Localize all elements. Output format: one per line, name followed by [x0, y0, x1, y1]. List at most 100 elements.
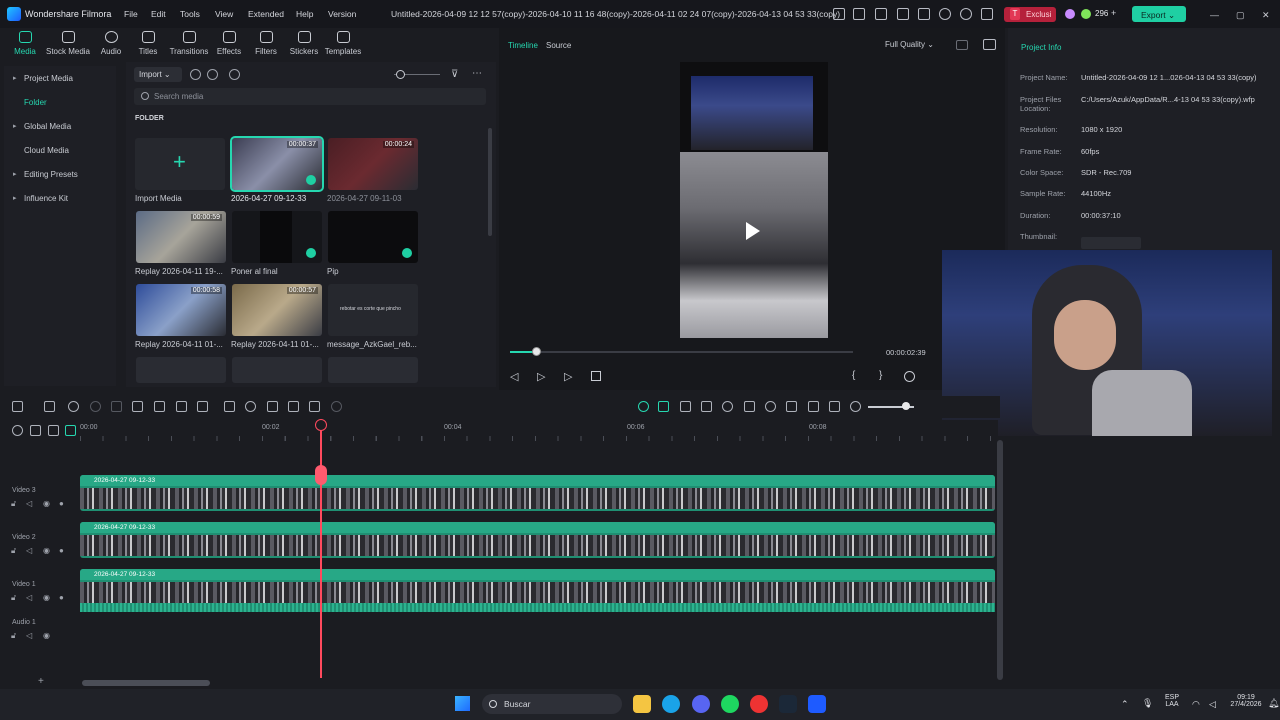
undo-icon[interactable]	[68, 401, 79, 412]
media-item-7[interactable]: 00:00:57	[232, 284, 322, 336]
link-icon[interactable]	[30, 425, 41, 436]
mixer-icon[interactable]	[786, 401, 797, 412]
file-explorer-icon[interactable]	[633, 695, 651, 713]
mute-icon[interactable]: ◁	[26, 546, 32, 555]
playhead-line[interactable]	[320, 426, 322, 678]
obs-icon[interactable]	[750, 695, 768, 713]
ai-assistant-icon[interactable]	[638, 401, 649, 412]
mute-icon[interactable]: ◁	[26, 631, 32, 640]
menu-extended[interactable]: Extended	[248, 9, 284, 19]
steam-icon[interactable]	[779, 695, 797, 713]
eye-icon[interactable]: ◉	[43, 631, 50, 640]
fit-icon[interactable]	[288, 401, 299, 412]
wifi-icon[interactable]: ◠	[1192, 699, 1200, 710]
more-icon[interactable]: ⋯	[472, 68, 482, 79]
maximize-icon[interactable]: ▢	[1236, 10, 1245, 21]
audio-waveform[interactable]	[80, 603, 995, 612]
magic-icon[interactable]	[309, 401, 320, 412]
clock[interactable]: 09:19 27/4/2026	[1226, 694, 1266, 708]
notification-icon[interactable]: 🔔︎	[1268, 698, 1279, 709]
render-icon[interactable]	[904, 371, 915, 382]
media-item-1[interactable]: 00:00:37	[230, 136, 324, 192]
media-item-4[interactable]	[232, 211, 322, 263]
snap-icon[interactable]	[658, 401, 669, 412]
play-back-icon[interactable]: ▷	[537, 370, 545, 383]
sidebar-item-editing-presets[interactable]: Editing Presets	[4, 170, 116, 179]
playback-scrubber[interactable]	[510, 351, 853, 353]
thumb-size-knob[interactable]	[396, 70, 405, 79]
language-indicator[interactable]: ESP LAA	[1160, 694, 1184, 708]
media-item-2[interactable]: 00:00:24	[328, 138, 418, 190]
pip-icon[interactable]	[680, 401, 691, 412]
snapshot-icon[interactable]	[983, 39, 996, 50]
tab-titles[interactable]: Titles	[125, 31, 171, 56]
timeline-vertical-scrollbar[interactable]	[997, 440, 1003, 680]
tag-icon[interactable]	[197, 401, 208, 412]
gift-icon[interactable]	[833, 8, 845, 20]
discord-icon[interactable]	[692, 695, 710, 713]
add-track-plus-icon[interactable]: +	[38, 676, 44, 687]
credits-add-icon[interactable]: +	[1111, 8, 1116, 18]
edge-icon[interactable]	[662, 695, 680, 713]
tab-stock-media[interactable]: Stock Media	[45, 31, 91, 56]
mark-in-icon[interactable]: {	[852, 370, 855, 381]
minimize-icon[interactable]: —	[1210, 10, 1219, 20]
media-item-11[interactable]	[328, 357, 418, 383]
visible-icon[interactable]: ●	[59, 593, 64, 602]
menu-tools[interactable]: Tools	[180, 9, 200, 19]
sidebar-item-folder[interactable]: Folder	[4, 98, 116, 107]
quality-dropdown[interactable]: Full Quality ⌄	[885, 40, 934, 49]
search-input[interactable]: Search media	[134, 88, 486, 105]
thumbnail-preview[interactable]	[1081, 237, 1141, 249]
sidebar-item-influence-kit[interactable]: Influence Kit	[4, 194, 116, 203]
mute-icon[interactable]: ◁	[26, 499, 32, 508]
media-item-8[interactable]: rebotar es corte que pincho	[328, 284, 418, 336]
clip-video-3[interactable]: 2026-04-27 09-12-33	[80, 475, 995, 511]
avatar-icon[interactable]	[1065, 9, 1075, 19]
media-scrollbar[interactable]	[488, 128, 492, 236]
compare-icon[interactable]	[956, 40, 968, 50]
stop-icon[interactable]	[591, 371, 601, 381]
monitor-icon[interactable]	[897, 8, 909, 20]
sidebar-item-project-media[interactable]: Project Media	[4, 74, 116, 83]
menu-edit[interactable]: Edit	[151, 9, 166, 19]
spotify-icon[interactable]	[721, 695, 739, 713]
sidebar-item-global-media[interactable]: Global Media	[4, 122, 116, 131]
track-settings-icon[interactable]	[12, 425, 23, 436]
media-item-5[interactable]	[328, 211, 418, 263]
download-icon[interactable]	[981, 8, 993, 20]
import-media-tile[interactable]: +	[135, 138, 225, 190]
upload-icon[interactable]	[939, 8, 951, 20]
mute-icon[interactable]: ◁	[26, 593, 32, 602]
export-button[interactable]: Export ⌄	[1132, 6, 1186, 22]
crop-icon[interactable]	[176, 401, 187, 412]
zoom-knob[interactable]	[902, 402, 910, 410]
eye-icon[interactable]: ◉	[43, 499, 50, 508]
playhead-handle[interactable]	[315, 419, 327, 431]
image-icon[interactable]	[918, 8, 930, 20]
lock-icon[interactable]: 🔓︎	[11, 631, 16, 641]
voice-icon[interactable]	[765, 401, 776, 412]
tab-source[interactable]: Source	[546, 41, 571, 50]
timeline-horizontal-scrollbar[interactable]	[82, 680, 210, 686]
lock-icon[interactable]: 🔓︎	[11, 499, 16, 509]
mic-icon[interactable]	[207, 69, 218, 80]
visible-icon[interactable]: ●	[59, 499, 64, 508]
lock-icon[interactable]: 🔓︎	[11, 546, 16, 556]
tab-timeline[interactable]: Timeline	[508, 41, 538, 50]
credits-count[interactable]: 296	[1095, 9, 1108, 18]
image-track-icon[interactable]	[701, 401, 712, 412]
exclusive-badge[interactable]: Exclusi	[1004, 7, 1056, 22]
filmora-taskbar-icon[interactable]	[808, 695, 826, 713]
record-icon[interactable]	[190, 69, 201, 80]
zoom-out-icon[interactable]	[850, 401, 861, 412]
replace-icon[interactable]	[808, 401, 819, 412]
playback-knob[interactable]	[532, 347, 541, 356]
add-track-icon[interactable]	[65, 425, 76, 436]
taskbar-search[interactable]: Buscar	[482, 694, 622, 714]
tts-icon[interactable]	[229, 69, 240, 80]
clip-video-2[interactable]: 2026-04-27 09-12-33	[80, 522, 995, 558]
media-item-3[interactable]: 00:00:59	[136, 211, 226, 263]
lock-icon[interactable]: 🔓︎	[11, 593, 16, 603]
send-icon[interactable]	[853, 8, 865, 20]
